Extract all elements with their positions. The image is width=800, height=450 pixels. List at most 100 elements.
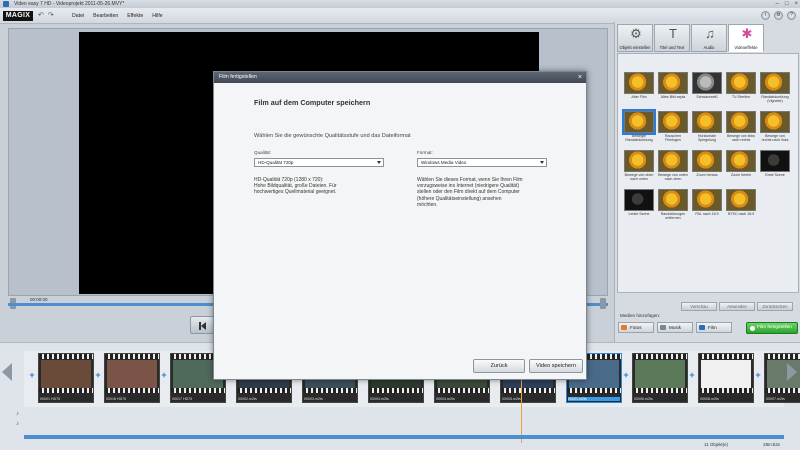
redo-icon[interactable]: ↷ <box>48 12 54 20</box>
menu-list: Datei Bearbeiten Effekte Hilfe <box>72 12 163 20</box>
panel-tabs: ⚙ Objekt einstellen T Titel und Text ♫ A… <box>617 24 764 52</box>
effect-item[interactable]: Letzte Szene <box>624 189 654 224</box>
effect-thumbnail <box>760 72 790 94</box>
effect-thumbnail <box>658 150 688 172</box>
effect-thumbnail <box>726 72 756 94</box>
dialog-intro: Wählen Sie die gewünschte Qualitätsstufe… <box>254 133 411 139</box>
menu-datei[interactable]: Datei <box>72 12 84 20</box>
back-button[interactable]: Zurück <box>473 359 525 373</box>
effect-label: Randstörungen entfernen <box>660 212 686 220</box>
photo-icon <box>621 325 627 330</box>
insert-transition-icon[interactable]: + <box>160 371 168 380</box>
insert-transition-icon[interactable]: + <box>94 371 102 380</box>
effect-item[interactable]: Randstörungen entfernen <box>658 189 688 224</box>
effect-item[interactable]: Bewege von rechts nach links <box>760 111 790 146</box>
effect-item[interactable]: TV-Streifen <box>726 72 756 107</box>
add-photos-button[interactable]: Fotos <box>618 322 654 333</box>
timeline-clip[interactable]: 00008.m2ts <box>698 353 754 403</box>
minimize-icon[interactable]: – <box>776 0 779 8</box>
music-track-icon: ♪ <box>16 421 19 427</box>
effect-label: Alter Film <box>631 95 647 99</box>
timeline-scrollbar[interactable] <box>24 435 784 439</box>
quality-select[interactable]: HD-Qualität 720p <box>254 158 384 167</box>
timeline-clip[interactable]: 00016 HD75 <box>104 353 160 403</box>
window-titlebar: Video easy 7 HD - Videoprojekt 2011-05-2… <box>0 0 800 8</box>
effect-item[interactable]: Schwarzweiß <box>692 72 722 107</box>
effects-pane: Alter Film Altes Bild sepia Schwarzweiß TV-… <box>617 53 799 293</box>
effect-item[interactable]: Bewege von oben nach unten <box>624 150 654 185</box>
clip-label: 00017 HD75 <box>172 397 193 401</box>
effect-label: Randabdunklung (Vignette) <box>761 95 789 103</box>
insert-transition-icon[interactable]: + <box>688 371 696 380</box>
tab-label: Objekt einstellen <box>619 45 651 50</box>
help-icon[interactable]: ? <box>787 11 796 20</box>
effect-thumbnail <box>624 150 654 172</box>
tab-titel-und-text[interactable]: T Titel und Text <box>654 24 690 52</box>
film-icon <box>699 325 705 330</box>
close-window-icon[interactable]: × <box>794 0 798 8</box>
insert-transition-icon[interactable]: + <box>754 371 762 380</box>
effect-label: Erste Szene <box>765 173 785 177</box>
effect-item[interactable]: NTSC nach 16:9 <box>726 189 756 224</box>
timeline-clip[interactable]: 00001 HD75 <box>38 353 94 403</box>
effect-thumbnail <box>658 111 688 133</box>
effect-item[interactable]: Zoom heraus <box>692 150 722 185</box>
effect-item[interactable]: PAL nach 16:9 <box>692 189 722 224</box>
effect-label: PAL nach 16:9 <box>695 212 719 216</box>
format-description: Wählen Sie dieses Format, wenn Sie Ihren… <box>417 177 523 208</box>
clip-thumbnail <box>635 360 685 388</box>
tab-objekt-einstellen[interactable]: ⚙ Objekt einstellen <box>617 24 653 52</box>
media-add-label: Medien hinzufügen: <box>620 313 661 318</box>
effect-item[interactable]: Alter Film <box>624 72 654 107</box>
quality-select-value: HD-Qualität 720p <box>258 160 294 165</box>
media-add-bar: Medien hinzufügen: Fotos Musik Film Film… <box>616 310 800 342</box>
scroll-right-arrow-icon[interactable] <box>787 363 797 381</box>
effect-thumbnail <box>692 72 722 94</box>
maximize-icon[interactable]: □ <box>785 0 789 8</box>
effect-label: Zoom heraus <box>696 173 718 177</box>
timeline-clip[interactable]: 00006.m2ts <box>632 353 688 403</box>
clip-label: 00004.m2ts <box>436 397 455 401</box>
dialog-heading: Film auf dem Computer speichern <box>254 98 371 107</box>
effect-thumbnail <box>624 72 654 94</box>
effect-item[interactable]: Bewege von unten nach oben <box>658 150 688 185</box>
scroll-left-arrow-icon[interactable] <box>2 363 12 381</box>
menu-bearbeiten[interactable]: Bearbeiten <box>93 12 118 20</box>
tab-videoeffekte[interactable]: ✱ Videoeffekte <box>728 24 764 52</box>
video-effects-icon: ✱ <box>741 26 753 41</box>
effect-item[interactable]: Bewege von links nach rechts <box>726 111 756 146</box>
dialog-close-icon[interactable]: × <box>578 72 582 83</box>
menu-hilfe[interactable]: Hilfe <box>152 12 162 20</box>
effect-thumbnail <box>760 150 790 172</box>
format-select[interactable]: Windows Media Video <box>417 158 547 167</box>
effect-item[interactable]: Rauschen Filmfugen <box>658 111 688 146</box>
effect-thumbnail <box>658 72 688 94</box>
effect-item[interactable]: Erste Szene <box>760 150 790 185</box>
tab-label: Videoeffekte <box>734 45 758 50</box>
dialog-titlebar: Film fertigstellen × <box>214 72 586 83</box>
timeline-status: 11 Objekt(e) 28m:52s <box>0 440 800 450</box>
tab-audio[interactable]: ♫ Audio <box>691 24 727 52</box>
effect-label: Bewege von rechts nach links <box>761 134 789 142</box>
add-music-button[interactable]: Musik <box>657 322 693 333</box>
tab-label: Audio <box>703 45 715 50</box>
effect-item[interactable]: Altes Bild sepia <box>658 72 688 107</box>
undo-icon[interactable]: ↶ <box>38 12 44 20</box>
scrub-end-handle[interactable] <box>600 298 606 309</box>
skip-to-start-button[interactable] <box>190 316 214 334</box>
menu-effekte[interactable]: Effekte <box>127 12 143 20</box>
effect-item[interactable]: Zoom herein <box>726 150 756 185</box>
object-count: 11 Objekt(e) <box>704 442 728 447</box>
effect-thumbnail <box>760 111 790 133</box>
quality-label: Qualität: <box>254 150 272 155</box>
insert-transition-icon[interactable]: + <box>28 371 36 380</box>
finish-film-button[interactable]: Film fertigstellen <box>746 322 798 334</box>
info-icon[interactable]: i <box>761 11 770 20</box>
effect-item[interactable]: Bewegte Randabdunklung <box>622 109 656 146</box>
add-film-button[interactable]: Film <box>696 322 732 333</box>
settings-icon[interactable]: ⚙ <box>774 11 783 20</box>
effect-item[interactable]: Horizontale Spiegelung <box>692 111 722 146</box>
save-video-button[interactable]: Video speichern <box>529 359 583 373</box>
effect-item[interactable]: Randabdunklung (Vignette) <box>760 72 790 107</box>
insert-transition-icon[interactable]: + <box>622 371 630 380</box>
